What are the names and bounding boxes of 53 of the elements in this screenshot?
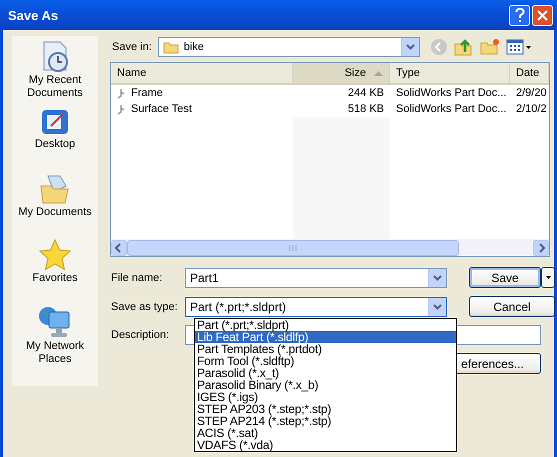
file-type-option[interactable]: Part Templates (*.prtdot)	[195, 343, 456, 355]
file-size: 518 KB	[348, 103, 384, 115]
file-name-label: File name:	[111, 272, 164, 284]
file-type-option[interactable]: STEP AP203 (*.step;*.stp)	[195, 403, 456, 415]
part-file-icon	[117, 88, 125, 98]
close-icon	[537, 10, 548, 20]
help-button[interactable]	[509, 4, 530, 26]
save-options-button[interactable]	[541, 267, 555, 288]
column-header[interactable]: Date	[510, 63, 549, 83]
scroll-left-button[interactable]	[111, 240, 127, 256]
description-label: Description:	[111, 329, 170, 341]
save-as-type-label: Save as type:	[111, 300, 179, 312]
file-type-option[interactable]: STEP AP214 (*.step;*.stp)	[195, 415, 456, 427]
places-item[interactable]: My Recent Documents	[12, 40, 98, 100]
file-name[interactable]: Surface Test	[131, 103, 192, 115]
save-in-label: Save in:	[112, 41, 152, 53]
folder-icon	[162, 40, 179, 54]
file-type-option[interactable]: Part (*.prt;*.sldprt)	[195, 319, 456, 331]
file-type: SolidWorks Part Doc...	[396, 103, 506, 115]
file-type-option[interactable]: VDAFS (*.vda)	[195, 439, 456, 451]
file-name-combo-box[interactable]: Part1	[185, 268, 447, 288]
close-button[interactable]	[532, 4, 553, 26]
column-header[interactable]: Size	[293, 63, 390, 83]
column-header[interactable]: Type	[390, 63, 510, 83]
places-item[interactable]: My Network Places	[12, 304, 98, 366]
file-type: SolidWorks Part Doc...	[396, 87, 506, 99]
file-type-option[interactable]: Parasolid Binary (*.x_b)	[195, 379, 456, 391]
places-item[interactable]: My Documents	[12, 172, 98, 232]
view-menu-icon[interactable]	[506, 39, 532, 55]
folder-up-icon[interactable]	[454, 38, 474, 56]
file-date: 2/9/20	[516, 87, 547, 99]
window-title: Save As	[8, 8, 60, 22]
file-name-field[interactable]: Part1	[186, 270, 428, 284]
cancel-button[interactable]: Cancel	[469, 296, 555, 317]
save-as-type-dropdown[interactable]: Part (*.prt;*.sldprt)	[185, 296, 447, 316]
caret-icon	[546, 276, 550, 279]
file-size: 244 KB	[348, 87, 384, 99]
part-file-icon	[117, 104, 125, 114]
question-mark-icon	[514, 8, 524, 22]
save-button[interactable]: Save	[469, 267, 541, 288]
sort-arrow-icon	[374, 70, 383, 76]
file-type-option[interactable]: Lib Feat Part (*.sldlfp)	[195, 331, 456, 343]
places-item[interactable]: Favorites	[12, 238, 98, 298]
file-name[interactable]: Frame	[131, 87, 163, 99]
file-type-option[interactable]: IGES (*.igs)	[195, 391, 456, 403]
horizontal-scrollbar[interactable]	[111, 239, 549, 256]
new-folder-icon[interactable]	[480, 38, 500, 56]
scroll-right-button[interactable]	[533, 240, 549, 256]
star-icon	[38, 238, 72, 272]
file-type-option[interactable]: ACIS (*.sat)	[195, 427, 456, 439]
places-item[interactable]: Desktop	[12, 106, 98, 166]
save-in-dropdown[interactable]: bike	[158, 37, 420, 57]
file-date: 2/10/2	[516, 103, 547, 115]
